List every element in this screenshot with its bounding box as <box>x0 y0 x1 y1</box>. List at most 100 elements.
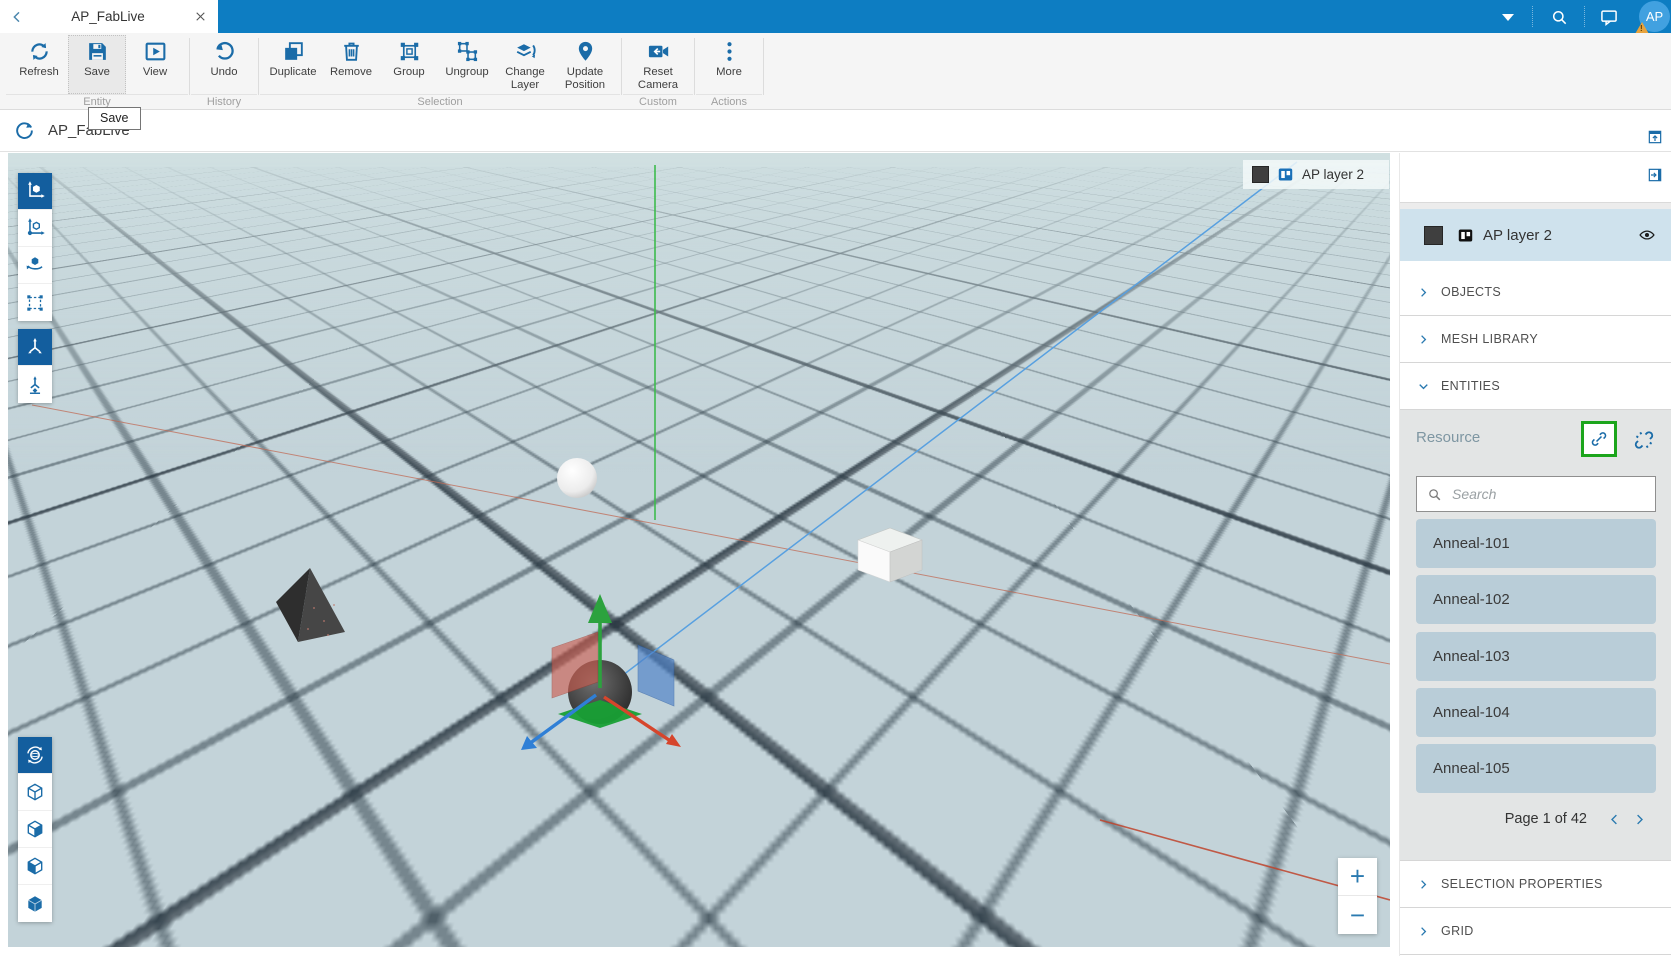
pyramid-object[interactable] <box>276 568 345 642</box>
move-tool-button[interactable] <box>18 173 52 210</box>
layer-chip-icon <box>1457 227 1474 244</box>
layer-color-swatch <box>1424 226 1443 245</box>
link-resource-button[interactable] <box>1581 421 1617 457</box>
zoom-in-button[interactable]: + <box>1338 858 1377 896</box>
visibility-eye-icon[interactable] <box>1638 226 1656 244</box>
undo-button[interactable]: Undo <box>195 35 253 94</box>
ribbon-separator <box>258 38 259 95</box>
sphere-object[interactable] <box>557 458 597 498</box>
chevron-right-icon <box>1417 878 1430 891</box>
move-point-axes-icon <box>24 217 46 239</box>
next-page-icon[interactable] <box>1632 812 1647 827</box>
ribbon-separator <box>694 38 695 95</box>
breadcrumb-bar: AP_FabLive <box>0 110 1671 152</box>
pagination: Page 1 of 42 <box>1400 802 1671 836</box>
section-grid[interactable]: GRID <box>1400 908 1671 955</box>
selected-layer-row[interactable]: AP layer 2 <box>1400 209 1671 261</box>
scene-objects-layer <box>8 153 1390 947</box>
ribbon-group-label: Custom <box>623 94 693 109</box>
collapse-panel-icon[interactable] <box>1647 167 1663 183</box>
solid-mode-button[interactable] <box>18 885 52 922</box>
viewport-3d-canvas[interactable]: AP layer 2 + − <box>8 153 1390 947</box>
search-button[interactable] <box>1546 6 1572 28</box>
search-icon <box>1427 487 1442 502</box>
active-tab[interactable]: AP_FabLive <box>0 0 218 33</box>
transform-gizmo[interactable] <box>521 594 681 750</box>
section-label: GRID <box>1441 924 1474 938</box>
change-layer-button[interactable]: Change Layer <box>496 35 554 94</box>
scale-tool-button[interactable] <box>18 284 52 321</box>
viewport-layer-legend: AP layer 2 <box>1243 160 1389 189</box>
location-pin-icon <box>573 39 598 64</box>
section-entities[interactable]: ENTITIES <box>1400 363 1671 410</box>
transform-toolbar <box>18 173 52 321</box>
tab-close-button[interactable] <box>182 0 218 33</box>
update-position-button[interactable]: Update Position <box>554 35 616 94</box>
chevron-right-icon <box>1417 925 1430 938</box>
chevron-right-icon <box>1417 333 1430 346</box>
right-side-panel: AP layer 2 OBJECTS MESH LIBRARY ENTITIES… <box>1399 153 1671 956</box>
cube-object[interactable] <box>858 528 922 582</box>
group-button[interactable]: Group <box>380 35 438 94</box>
entity-type-icon <box>14 120 35 141</box>
change-layer-icon <box>513 39 538 64</box>
button-label: Reset Camera <box>627 66 689 91</box>
shaded-left-mode-button[interactable] <box>18 848 52 885</box>
view-mode-toolbar <box>18 737 52 922</box>
view-icon <box>143 39 168 64</box>
move-point-tool-button[interactable] <box>18 210 52 247</box>
resource-list-item[interactable]: Anneal-102 <box>1416 575 1656 624</box>
rotate-tool-button[interactable] <box>18 247 52 284</box>
dropdown-caret-icon[interactable] <box>1502 14 1514 21</box>
save-button[interactable]: Save <box>68 35 126 94</box>
chevron-right-icon <box>1417 286 1430 299</box>
ribbon-group-label: History <box>191 94 257 109</box>
section-label: ENTITIES <box>1441 379 1500 393</box>
ribbon-group-label: Selection <box>260 94 620 109</box>
button-label: Group <box>393 66 424 79</box>
resource-search <box>1416 476 1656 512</box>
close-icon <box>194 10 207 23</box>
wireframe-mode-button[interactable] <box>18 774 52 811</box>
section-mesh-library[interactable]: MESH LIBRARY <box>1400 316 1671 363</box>
ribbon-group-entity: Refresh Save View Entity <box>6 33 188 109</box>
axis-tripod-base-button[interactable] <box>18 366 52 403</box>
axis-line-blue <box>606 162 1297 688</box>
chat-button[interactable] <box>1596 6 1622 28</box>
tripod-icon <box>24 336 46 358</box>
ribbon-group-label: Actions <box>696 94 762 109</box>
remove-button[interactable]: Remove <box>322 35 380 94</box>
avatar[interactable]: AP <box>1639 1 1670 32</box>
resource-search-input[interactable] <box>1450 485 1647 503</box>
more-button[interactable]: More <box>700 35 758 94</box>
resource-list-item[interactable]: Anneal-104 <box>1416 688 1656 737</box>
zoom-out-button[interactable]: − <box>1338 896 1377 934</box>
refresh-button[interactable]: Refresh <box>10 35 68 94</box>
back-button[interactable] <box>0 0 34 33</box>
search-icon <box>1550 8 1569 27</box>
scale-icon <box>24 292 46 314</box>
axis-tripod-button[interactable] <box>18 329 52 366</box>
duplicate-button[interactable]: Duplicate <box>264 35 322 94</box>
rotate-icon <box>24 254 46 276</box>
section-objects[interactable]: OBJECTS <box>1400 269 1671 316</box>
ribbon-separator <box>189 38 190 95</box>
previous-page-icon[interactable] <box>1607 812 1622 827</box>
button-label: Undo <box>210 66 237 79</box>
ungroup-button[interactable]: Ungroup <box>438 35 496 94</box>
button-label: Remove <box>330 66 372 79</box>
view-button[interactable]: View <box>126 35 184 94</box>
resource-list-item[interactable]: Anneal-103 <box>1416 632 1656 681</box>
ribbon-toolbar: Refresh Save View Entity Undo History <box>0 33 1671 110</box>
collapse-ribbon-icon[interactable] <box>1647 129 1663 145</box>
resource-list-item[interactable]: Anneal-105 <box>1416 744 1656 793</box>
unlink-icon[interactable] <box>1632 428 1656 452</box>
camera-icon <box>646 39 671 64</box>
shaded-right-mode-button[interactable] <box>18 811 52 848</box>
reset-camera-button[interactable]: Reset Camera <box>627 35 689 94</box>
orbit-mode-button[interactable] <box>18 737 52 774</box>
button-label: Ungroup <box>445 66 488 79</box>
cube-wireframe-icon <box>24 781 46 803</box>
section-selection-properties[interactable]: SELECTION PROPERTIES <box>1400 860 1671 908</box>
resource-list-item[interactable]: Anneal-101 <box>1416 519 1656 568</box>
